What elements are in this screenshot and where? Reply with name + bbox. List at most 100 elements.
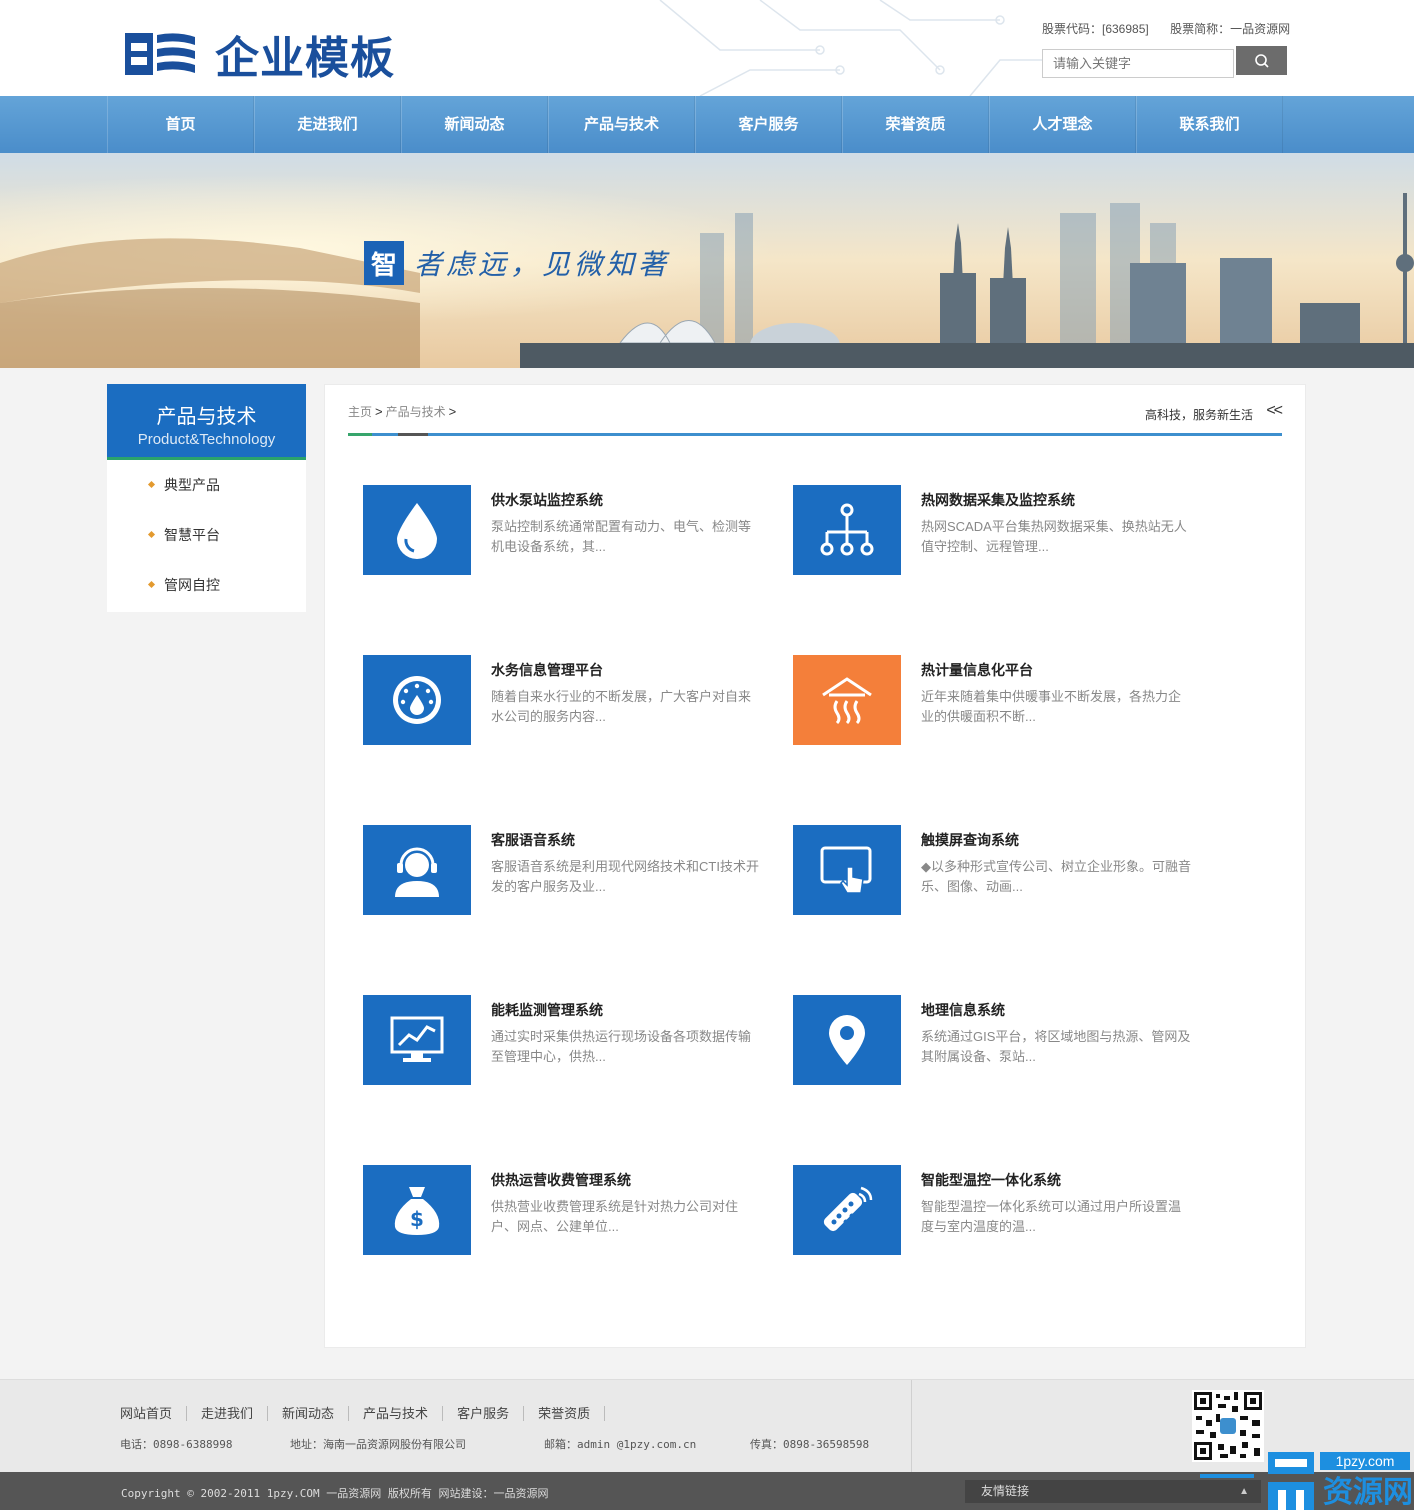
remote-control-icon [823,1186,873,1232]
product-icon-tile [363,995,471,1085]
footer-email: 邮箱：admin @1pzy.com.cn [544,1438,697,1451]
search-input[interactable] [1042,49,1234,78]
product-icon-tile: $ [363,1165,471,1255]
product-desc: 热网SCADA平台集热网数据采集、换热站无人值守控制、远程管理... [921,519,1187,554]
product-card[interactable]: 水务信息管理平台 随着自来水行业的不断发展，广大客户对自来水公司的服务内容... [363,655,763,747]
breadcrumb: 主页 > 产品与技术 > [348,403,459,420]
product-desc: 随着自来水行业的不断发展，广大客户对自来水公司的服务内容... [491,689,752,724]
double-chevron-left-icon: << [1266,402,1283,419]
site-logo[interactable]: 企业模板 [123,22,395,86]
section-tagline: 高科技，服务新生活 [1144,408,1253,422]
sidebar-title: 产品与技术 [156,406,257,428]
stock-code: 股票代码：[636985] [1042,22,1149,36]
product-title: 热计量信息化平台 [921,662,1033,678]
breadcrumb-separator: > [448,404,457,419]
slogan-badge: 智 [364,241,404,285]
logo-mark-icon [125,33,195,75]
footer-link-about[interactable]: 走进我们 [187,1406,269,1421]
product-card[interactable]: $ 供热运营收费管理系统 供热营业收费管理系统是针对热力公司对住户、网点、公建单… [363,1165,763,1257]
watermark-text: 资源网 [1323,1475,1413,1510]
product-card[interactable]: 地理信息系统 系统通过GIS平台，将区域地图与热源、管网及其附属设备、泵站... [793,995,1193,1087]
network-tree-icon [820,503,874,556]
section-divider [348,433,1282,436]
footer-links: 网站首页 走进我们 新闻动态 产品与技术 客户服务 荣誉资质 [106,1406,606,1421]
watermark-logo: 1pzy.com 资源网 [1200,1452,1413,1510]
product-icon-tile [793,655,901,745]
sidebar-subtitle: Product&Technology [137,431,276,448]
nav-item-products[interactable]: 产品与技术 [548,96,695,153]
sidebar: 产品与技术 Product&Technology 典型产品 智慧平台 管网自控 [107,384,306,612]
breadcrumb-home[interactable]: 主页 [348,405,372,419]
footer-address: 地址：海南一品资源网股份有限公司 [290,1438,466,1451]
banner-slogan: 智 者虑远，见微知著 [364,241,670,285]
footer-link-home[interactable]: 网站首页 [106,1406,188,1421]
product-icon-tile [793,1165,901,1255]
product-card[interactable]: 客服语音系统 客服语音系统是利用现代网络技术和CTI技术开发的客户服务及业... [363,825,763,917]
search-icon [1254,53,1269,68]
product-title: 地理信息系统 [921,1002,1005,1018]
product-card[interactable]: 智能型温控一体化系统 智能型温控一体化系统可以通过用户所设置温度与室内温度的温.… [793,1165,1193,1257]
main-nav: 首页 走进我们 新闻动态 产品与技术 客户服务 荣誉资质 人才理念 联系我们 [0,96,1414,153]
copyright-text: Copyright © 2002-2011 1pzy.COM 一品资源网 版权所… [121,1487,549,1500]
nav-item-contact[interactable]: 联系我们 [1136,96,1283,153]
product-icon-tile [793,485,901,575]
friend-links-label: 友情链接 [981,1484,1030,1498]
watermark-url: 1pzy.com [1336,1453,1395,1469]
product-title: 水务信息管理平台 [491,662,603,678]
nav-item-news[interactable]: 新闻动态 [401,96,548,153]
nav-item-service[interactable]: 客户服务 [695,96,842,153]
circuit-decoration [659,0,1075,96]
product-title: 触摸屏查询系统 [921,832,1019,848]
product-title: 智能型温控一体化系统 [921,1172,1061,1188]
product-card[interactable]: 能耗监测管理系统 通过实时采集供热运行现场设备各项数据传输至管理中心，供热... [363,995,763,1087]
product-card[interactable]: 触摸屏查询系统 ◆以多种形式宣传公司、树立企业形象。可融音乐、图像、动画... [793,825,1193,917]
footer-link-service[interactable]: 客户服务 [443,1406,525,1421]
product-desc: 通过实时采集供热运行现场设备各项数据传输至管理中心，供热... [491,1029,752,1064]
main-content: 主页 > 产品与技术 > 高科技，服务新生活 << 供水泵站监控系统 泵站控制系统通常… [324,384,1306,1348]
sidebar-item-pipe-control[interactable]: 管网自控 [107,560,306,610]
footer-link-products[interactable]: 产品与技术 [349,1406,444,1421]
svg-text:$: $ [410,1207,424,1231]
product-icon-tile [363,485,471,575]
product-title: 能耗监测管理系统 [491,1002,603,1018]
hero-banner: 智 者虑远，见微知著 [0,153,1414,368]
sidebar-item-smart-platform[interactable]: 智慧平台 [107,510,306,560]
product-desc: ◆以多种形式宣传公司、树立企业形象。可融音乐、图像、动画... [921,859,1191,894]
footer-fax: 传真：0898-36598598 [750,1438,870,1451]
nav-item-about[interactable]: 走进我们 [254,96,401,153]
product-title: 供热运营收费管理系统 [491,1172,631,1188]
product-desc: 泵站控制系统通常配置有动力、电气、检测等机电设备系统，其... [491,519,752,554]
nav-item-home[interactable]: 首页 [107,96,254,153]
footer-link-news[interactable]: 新闻动态 [268,1406,350,1421]
footer-phone: 电话：0898-6388998 [120,1438,233,1451]
city-skyline-image [0,153,1414,368]
map-pin-icon [829,1015,865,1065]
product-title: 供水泵站监控系统 [491,492,603,508]
product-desc: 近年来随着集中供暖事业不断发展，各热力企业的供暖面积不断... [921,689,1182,724]
sidebar-item-typical-products[interactable]: 典型产品 [107,460,306,510]
nav-item-honors[interactable]: 荣誉资质 [842,96,989,153]
customer-service-icon [395,847,439,897]
footer-link-honors[interactable]: 荣誉资质 [524,1406,606,1421]
nav-item-talent[interactable]: 人才理念 [989,96,1136,153]
logo-text: 企业模板 [215,33,395,84]
stock-info: 股票代码：[636985] 股票简称：一品资源网 [1042,20,1290,37]
product-card[interactable]: 供水泵站监控系统 泵站控制系统通常配置有动力、电气、检测等机电设备系统，其... [363,485,763,577]
product-card[interactable]: 热网数据采集及监控系统 热网SCADA平台集热网数据采集、换热站无人值守控制、远… [793,485,1193,577]
breadcrumb-current[interactable]: 产品与技术 [386,405,446,419]
site-header: 企业模板 股票代码：[636985] 股票简称：一品资源网 [0,0,1414,96]
water-gauge-icon [393,676,441,724]
product-card[interactable]: 热计量信息化平台 近年来随着集中供暖事业不断发展，各热力企业的供暖面积不断... [793,655,1193,747]
footer-divider [911,1380,912,1473]
heating-icon [822,677,872,725]
money-bag-icon: $ [394,1187,440,1235]
product-title: 客服语音系统 [491,832,575,848]
product-title: 热网数据采集及监控系统 [921,492,1075,508]
water-drop-icon [397,503,437,559]
slogan-text: 者虑远，见微知著 [414,248,671,281]
product-desc: 系统通过GIS平台，将区域地图与热源、管网及其附属设备、泵站... [921,1029,1191,1064]
product-icon-tile [793,995,901,1085]
product-desc: 供热营业收费管理系统是针对热力公司对住户、网点、公建单位... [491,1199,739,1234]
product-icon-tile [793,825,901,915]
search-button[interactable] [1236,46,1287,75]
